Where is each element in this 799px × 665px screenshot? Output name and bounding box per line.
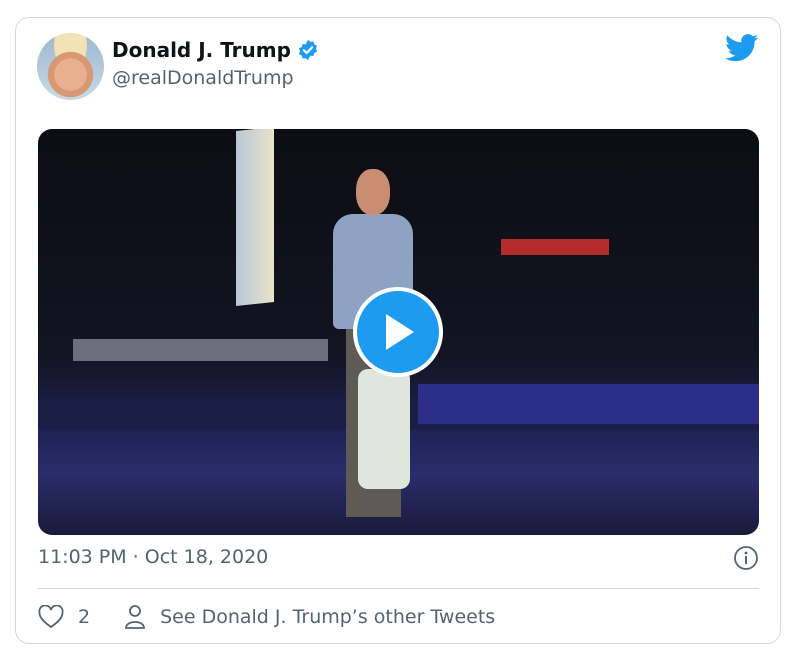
author-name[interactable]: Donald J. Trump [112, 38, 319, 62]
tweet-actions: 2 See Donald J. Trump’s other Tweets [38, 602, 495, 632]
video-frame-platform [418, 384, 759, 424]
play-icon [386, 314, 414, 350]
see-other-tweets-label: See Donald J. Trump’s other Tweets [160, 606, 496, 628]
see-other-tweets-link[interactable]: See Donald J. Trump’s other Tweets [124, 604, 495, 630]
heart-icon [38, 605, 64, 629]
verified-badge-icon [298, 39, 317, 61]
video-frame-red-keyboard [501, 239, 609, 255]
like-button[interactable]: 2 [38, 605, 90, 629]
author-name-text: Donald J. Trump [112, 38, 291, 62]
tweet-timestamp[interactable]: 11:03 PM · Oct 18, 2020 [38, 546, 268, 568]
twitter-bird-icon[interactable] [725, 34, 759, 62]
play-button[interactable] [353, 287, 443, 377]
video-frame-keyboard [73, 339, 328, 361]
info-icon[interactable] [733, 545, 759, 571]
avatar[interactable] [37, 33, 104, 100]
author-handle[interactable]: @realDonaldTrump [112, 67, 294, 89]
like-count: 2 [78, 606, 91, 628]
video-frame-flag [236, 129, 274, 306]
divider [38, 588, 759, 589]
person-icon [125, 605, 145, 629]
